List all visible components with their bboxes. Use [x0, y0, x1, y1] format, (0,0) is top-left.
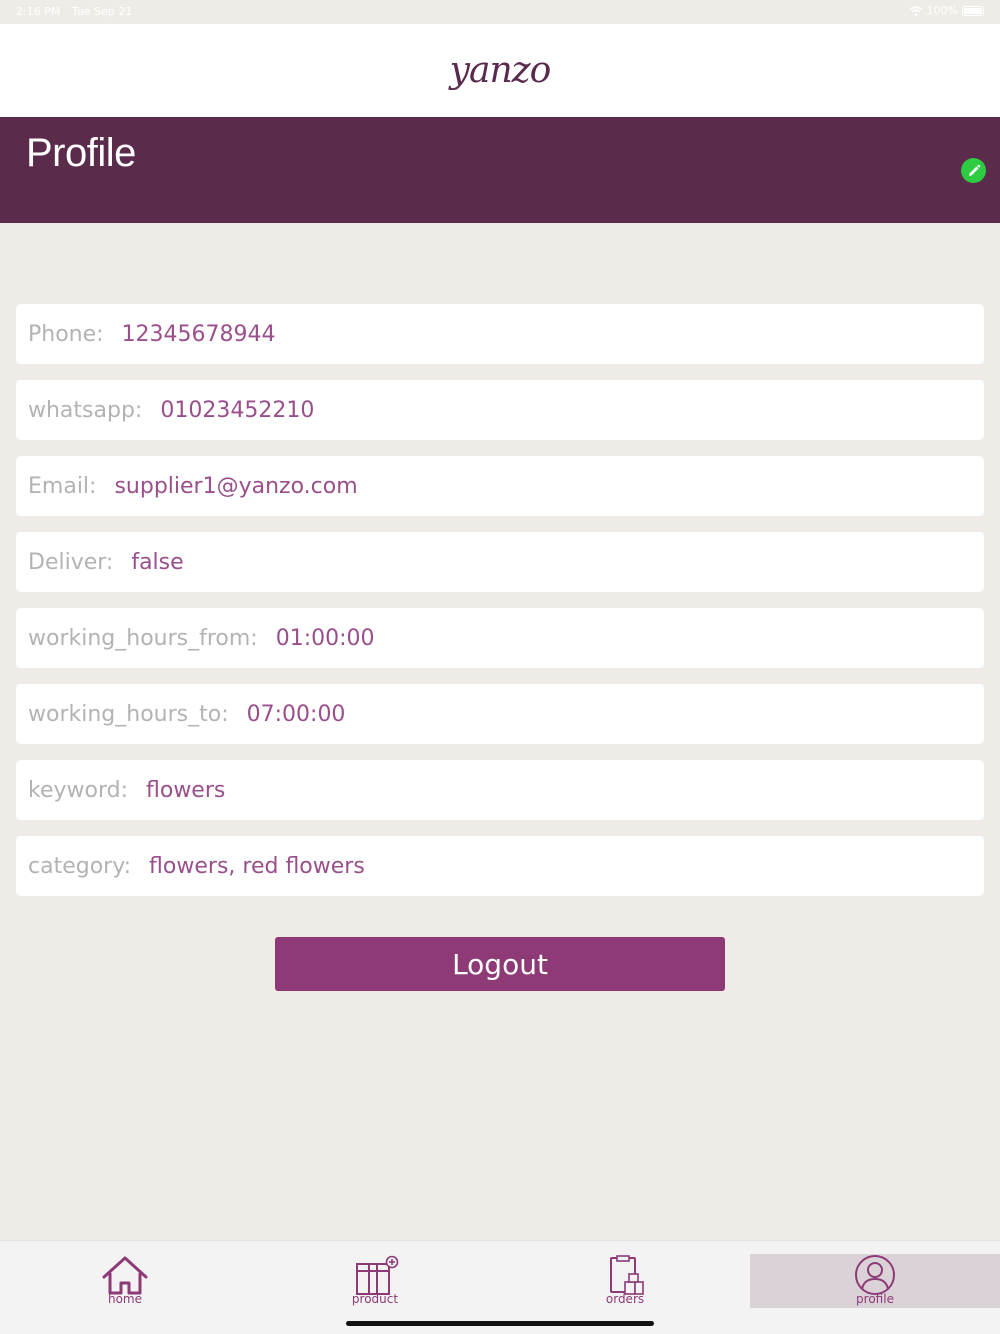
status-left: 2:16 PM Tue Sep 21 — [16, 5, 140, 18]
field-value: 01023452210 — [160, 397, 315, 423]
field-label: Deliver: — [28, 549, 114, 575]
tab-label: profile — [856, 1292, 894, 1306]
field-value: 01:00:00 — [275, 625, 375, 651]
field-phone: Phone: 12345678944 — [16, 304, 984, 364]
status-right: 100% — [909, 4, 984, 17]
field-label: Email: — [28, 473, 97, 499]
tab-label: orders — [605, 1292, 645, 1306]
tab-orders[interactable]: orders — [500, 1254, 750, 1308]
field-value: supplier1@yanzo.com — [114, 473, 358, 499]
tab-label: home — [107, 1292, 143, 1306]
status-bar: 2:16 PM Tue Sep 21 100% — [0, 0, 1000, 24]
logout-button[interactable]: Logout — [275, 937, 725, 991]
pencil-icon — [968, 164, 980, 176]
field-working-hours-from: working_hours_from: 01:00:00 — [16, 608, 984, 668]
status-date: Tue Sep 21 — [71, 5, 133, 18]
edit-profile-button[interactable] — [961, 158, 986, 183]
field-value: 12345678944 — [121, 321, 276, 347]
field-working-hours-to: working_hours_to: 07:00:00 — [16, 684, 984, 744]
field-whatsapp: whatsapp: 01023452210 — [16, 380, 984, 440]
field-value: 07:00:00 — [246, 701, 346, 727]
tab-product[interactable]: product — [250, 1254, 500, 1308]
home-indicator — [346, 1321, 654, 1326]
field-keyword: keyword: flowers — [16, 760, 984, 820]
field-label: whatsapp: — [28, 397, 143, 423]
field-deliver: Deliver: false — [16, 532, 984, 592]
field-label: working_hours_to: — [28, 701, 229, 727]
app-logo: yanzo — [449, 50, 552, 91]
field-value: flowers, red flowers — [149, 853, 365, 879]
field-label: Phone: — [28, 321, 104, 347]
tab-profile[interactable]: profile — [750, 1254, 1000, 1308]
wifi-icon — [909, 5, 923, 16]
battery-icon — [962, 5, 984, 16]
tab-label: product — [351, 1292, 399, 1306]
battery-percent: 100% — [926, 4, 958, 17]
field-label: category: — [28, 853, 132, 879]
field-label: keyword: — [28, 777, 128, 803]
field-email: Email: supplier1@yanzo.com — [16, 456, 984, 516]
field-category: category: flowers, red flowers — [16, 836, 984, 896]
field-value: false — [131, 549, 184, 575]
tab-bar: home product orders profile — [0, 1240, 1000, 1334]
status-time: 2:16 PM — [16, 5, 61, 18]
profile-header: Profile — [0, 117, 1000, 223]
field-label: working_hours_from: — [28, 625, 258, 651]
field-value: flowers — [146, 777, 226, 803]
tab-home[interactable]: home — [0, 1254, 250, 1308]
page-title: Profile — [26, 131, 136, 175]
top-bar: yanzo — [0, 24, 1000, 117]
